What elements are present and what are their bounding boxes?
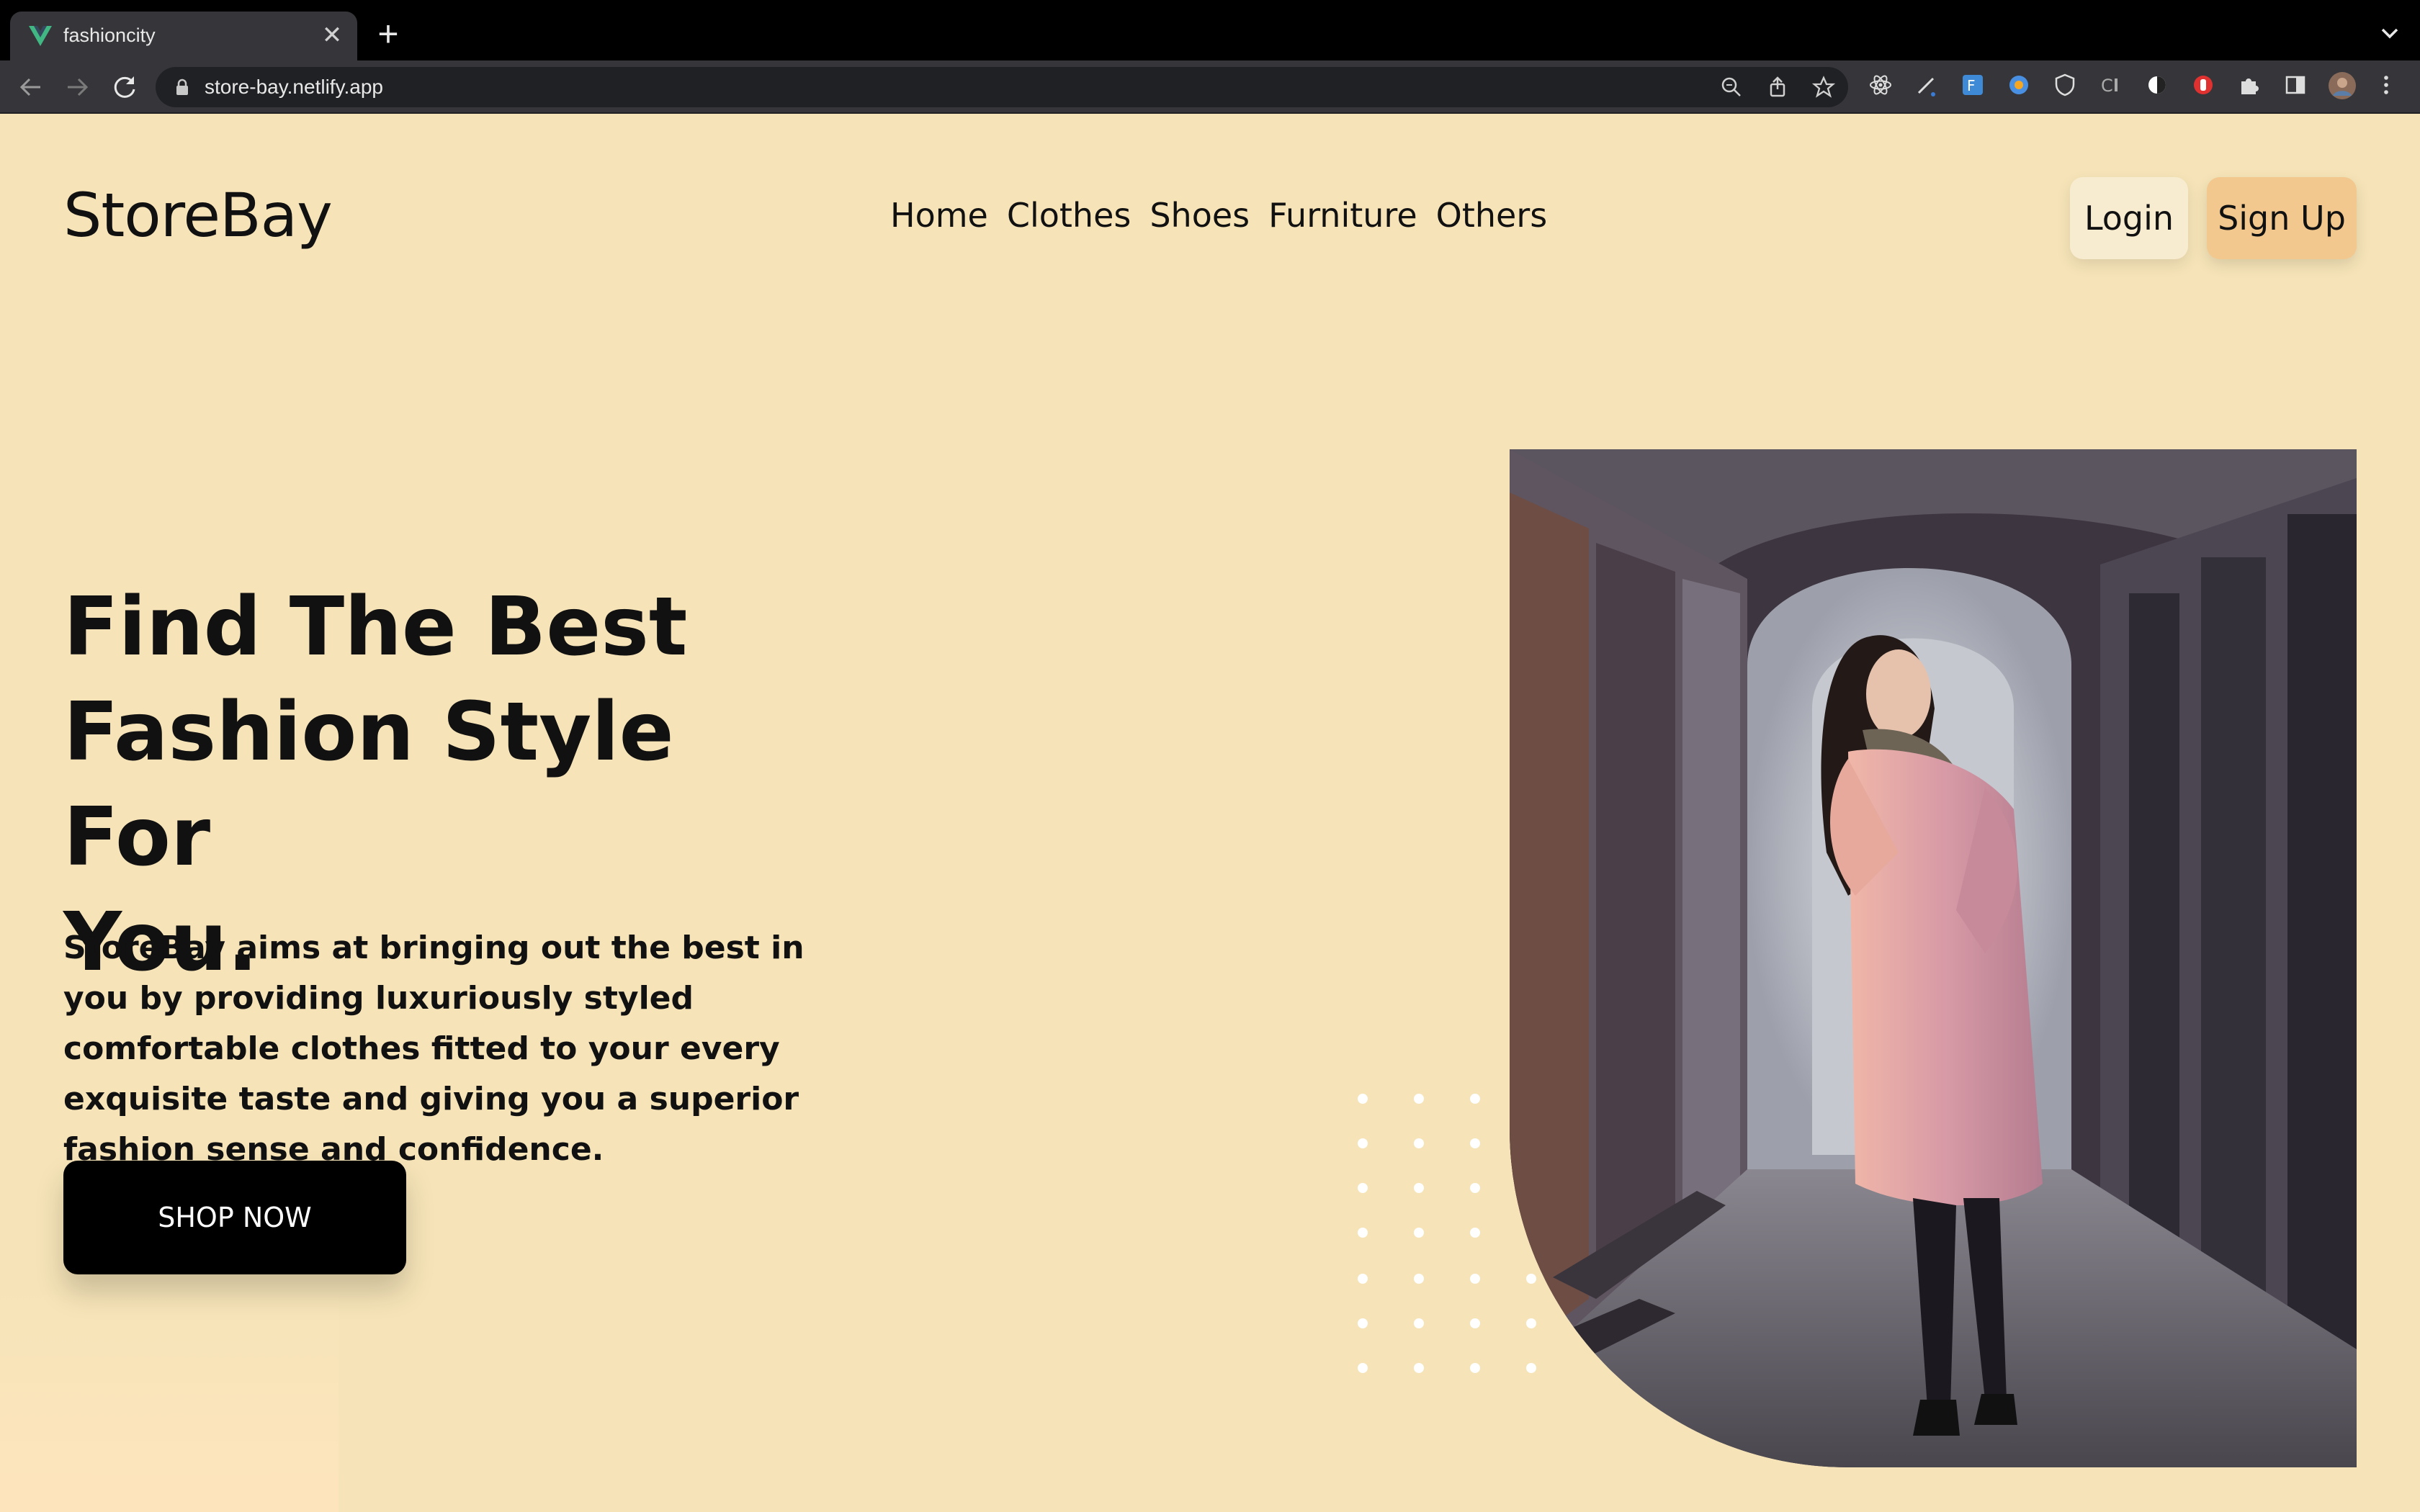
- site-logo[interactable]: StoreBay: [63, 180, 333, 251]
- ci-icon[interactable]: C: [2099, 73, 2123, 97]
- hero-description: StoreBay aims at bringing out the best i…: [63, 930, 805, 1168]
- extension-circle-icon[interactable]: [2007, 73, 2031, 97]
- address-bar[interactable]: store-bay.netlify.app: [156, 67, 1848, 107]
- browser-tab[interactable]: fashioncity ✕: [10, 12, 357, 60]
- stop-icon[interactable]: [2191, 73, 2215, 97]
- browser-toolbar: store-bay.netlify.app F C: [0, 60, 2420, 114]
- star-icon[interactable]: [1812, 76, 1835, 99]
- zoom-icon[interactable]: [1720, 76, 1743, 99]
- profile-avatar-icon[interactable]: [2328, 71, 2357, 100]
- svg-text:F: F: [1967, 77, 1976, 94]
- nav-clothes[interactable]: Clothes: [1007, 196, 1131, 235]
- forward-arrow-icon[interactable]: [60, 71, 94, 104]
- nav-furniture[interactable]: Furniture: [1268, 196, 1417, 235]
- tab-search-chevron-icon[interactable]: [2377, 20, 2403, 46]
- svg-text:C: C: [2101, 76, 2113, 96]
- nav-shoes[interactable]: Shoes: [1150, 196, 1250, 235]
- share-icon[interactable]: [1766, 76, 1789, 99]
- hero-fashion-photo: [1510, 449, 2357, 1467]
- nav-home[interactable]: Home: [890, 196, 988, 235]
- decorative-glow: [0, 1280, 339, 1512]
- hero-headline-line: Find The Best: [63, 580, 688, 674]
- browser-tab-bar: fashioncity ✕ +: [0, 0, 2420, 60]
- reload-icon[interactable]: [108, 71, 141, 104]
- lock-icon[interactable]: [174, 78, 190, 96]
- react-devtools-icon[interactable]: [1868, 73, 1893, 97]
- shield-icon[interactable]: [2053, 73, 2077, 97]
- puzzle-icon[interactable]: [2237, 73, 2262, 97]
- page-content: StoreBay Home Clothes Shoes Furniture Ot…: [0, 114, 2420, 1512]
- extension-f-icon[interactable]: F: [1960, 73, 1985, 97]
- main-nav: Home Clothes Shoes Furniture Others: [890, 196, 1547, 235]
- nav-others[interactable]: Others: [1436, 196, 1548, 235]
- tab-title: fashioncity: [63, 24, 156, 46]
- sidebar-icon[interactable]: [2283, 73, 2308, 97]
- url-text[interactable]: store-bay.netlify.app: [205, 76, 383, 99]
- new-tab-icon[interactable]: +: [370, 16, 406, 52]
- back-arrow-icon[interactable]: [14, 71, 48, 104]
- login-button[interactable]: Login: [2070, 177, 2188, 259]
- dark-mode-icon[interactable]: [2145, 73, 2169, 97]
- signup-button[interactable]: Sign Up: [2207, 177, 2357, 259]
- shop-now-button[interactable]: SHOP NOW: [63, 1161, 406, 1274]
- vue-favicon-icon: [29, 26, 52, 46]
- pen-tool-icon[interactable]: [1914, 73, 1939, 97]
- hero-headline-line: Fashion Style For: [63, 685, 674, 884]
- tab-close-icon[interactable]: ✕: [315, 19, 349, 52]
- kebab-menu-icon[interactable]: [2374, 73, 2398, 97]
